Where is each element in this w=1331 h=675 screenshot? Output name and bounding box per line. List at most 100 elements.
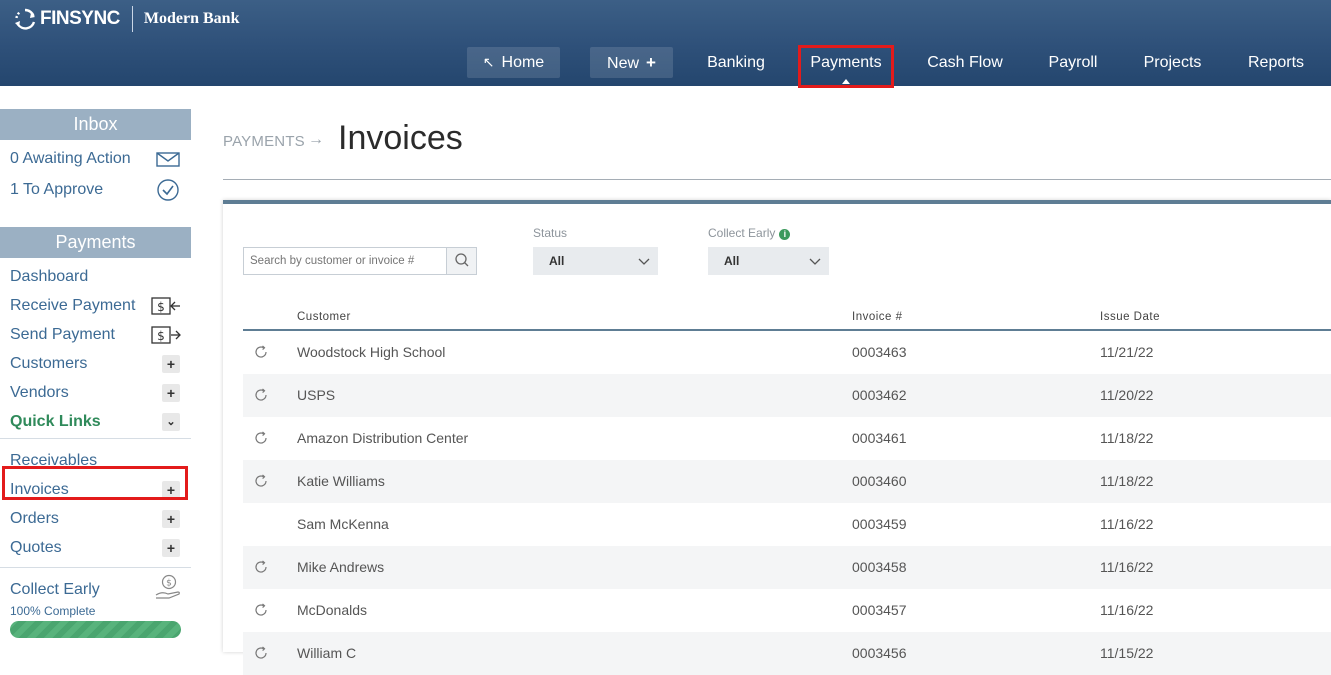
sidebar-item-vendors[interactable]: Vendors +: [0, 378, 191, 407]
sidebar-item-orders[interactable]: Orders +: [0, 504, 191, 533]
cell-issue-date: 11/18/22: [1100, 430, 1154, 446]
plus-icon: +: [646, 53, 656, 72]
brand-logo[interactable]: FINSYNC Modern Bank: [14, 6, 239, 32]
collect-early-filter-select[interactable]: All: [708, 247, 829, 275]
sidebar-item-receive-payment[interactable]: Receive Payment $: [0, 291, 191, 320]
table-row[interactable]: McDonalds 0003457 11/16/22: [243, 589, 1331, 632]
nav-banking[interactable]: Banking: [700, 47, 772, 78]
orders-label: Orders: [10, 510, 59, 527]
sidebar-item-awaiting-action[interactable]: 0 Awaiting Action: [0, 144, 191, 173]
table-row[interactable]: Sam McKenna 0003459 11/16/22: [243, 503, 1331, 546]
cell-issue-date: 11/15/22: [1100, 645, 1154, 661]
recurring-icon: [255, 388, 267, 401]
status-filter-label: Status: [533, 226, 568, 240]
cell-invoice-number: 0003460: [852, 473, 907, 489]
inbox-header: Inbox: [0, 109, 191, 140]
recurring-icon: [255, 474, 267, 487]
cell-invoice-number: 0003461: [852, 430, 907, 446]
sidebar-item-send-payment[interactable]: Send Payment $: [0, 320, 191, 349]
logo-divider: [131, 6, 133, 32]
chevron-down-icon: [638, 258, 650, 265]
nav-home[interactable]: ↖ Home: [467, 47, 560, 78]
progress-label: 100% Complete: [10, 604, 96, 618]
cell-customer: Woodstock High School: [297, 344, 446, 360]
nav-reports[interactable]: Reports: [1242, 47, 1310, 78]
customers-label: Customers: [10, 355, 88, 372]
nav-payroll[interactable]: Payroll: [1042, 47, 1104, 78]
cell-customer: Katie Williams: [297, 473, 385, 489]
to-approve-label: 1 To Approve: [10, 181, 104, 198]
column-header-invoice[interactable]: Invoice #: [852, 311, 903, 323]
nav-cash-flow[interactable]: Cash Flow: [922, 47, 1008, 78]
cell-invoice-number: 0003457: [852, 602, 907, 618]
page-title: Invoices: [338, 119, 463, 157]
invoices-highlight-box: [2, 466, 188, 500]
receive-payment-label: Receive Payment: [10, 297, 136, 314]
table-row[interactable]: Mike Andrews 0003458 11/16/22: [243, 546, 1331, 589]
cell-issue-date: 11/16/22: [1100, 516, 1154, 532]
sidebar-item-dashboard[interactable]: Dashboard: [0, 262, 191, 291]
cell-invoice-number: 0003462: [852, 387, 907, 403]
cell-issue-date: 11/16/22: [1100, 602, 1154, 618]
table-row[interactable]: Katie Williams 0003460 11/18/22: [243, 460, 1331, 503]
sidebar-item-quotes[interactable]: Quotes +: [0, 533, 191, 562]
chevron-down-icon[interactable]: ⌄: [162, 413, 180, 431]
vendors-label: Vendors: [10, 384, 69, 401]
sidebar-item-to-approve[interactable]: 1 To Approve: [0, 175, 191, 204]
add-order-button[interactable]: +: [162, 510, 180, 528]
nav-projects[interactable]: Projects: [1137, 47, 1208, 78]
status-filter-value: All: [549, 254, 565, 268]
collect-early-label: Collect Early: [10, 581, 100, 598]
cell-customer: William C: [297, 645, 357, 661]
svg-text:$: $: [157, 329, 165, 343]
add-vendor-button[interactable]: +: [162, 384, 180, 402]
awaiting-label: 0 Awaiting Action: [10, 150, 131, 167]
sidebar-item-collect-early[interactable]: Collect Early $: [0, 574, 191, 604]
recurring-icon: [255, 646, 267, 659]
hand-coin-icon: $: [155, 574, 180, 599]
cell-customer: USPS: [297, 387, 336, 403]
add-quote-button[interactable]: +: [162, 539, 180, 557]
search-icon: [455, 253, 469, 267]
search-input[interactable]: [244, 248, 447, 274]
cell-issue-date: 11/16/22: [1100, 559, 1154, 575]
sidebar-quick-links[interactable]: Quick Links ⌄: [0, 407, 191, 436]
recurring-icon: [255, 560, 267, 573]
cell-invoice-number: 0003458: [852, 559, 907, 575]
table-row[interactable]: Amazon Distribution Center 0003461 11/18/2…: [243, 417, 1331, 460]
payments-header: Payments: [0, 227, 191, 258]
column-header-issue-date[interactable]: Issue Date: [1100, 311, 1160, 323]
add-customer-button[interactable]: +: [162, 355, 180, 373]
receive-money-icon: $: [151, 297, 180, 315]
table-row[interactable]: William C 0003456 11/15/22: [243, 632, 1331, 675]
cell-customer: Sam McKenna: [297, 516, 389, 532]
svg-text:$: $: [157, 300, 165, 314]
cell-issue-date: 11/20/22: [1100, 387, 1154, 403]
svg-text:$: $: [166, 579, 172, 589]
send-money-icon: $: [151, 326, 181, 344]
check-circle-icon: [157, 179, 179, 201]
nav-new[interactable]: New +: [590, 47, 673, 78]
logo-text: FINSYNC: [40, 8, 120, 29]
main-nav: ↖ Home New + Banking Payments Cash Flow Pa…: [0, 47, 1331, 79]
cell-customer: Amazon Distribution Center: [297, 430, 469, 446]
cell-issue-date: 11/21/22: [1100, 344, 1154, 360]
envelope-icon: [156, 152, 180, 167]
cell-invoice-number: 0003459: [852, 516, 907, 532]
sidebar-item-customers[interactable]: Customers +: [0, 349, 191, 378]
quotes-label: Quotes: [10, 539, 62, 556]
status-filter-select[interactable]: All: [533, 247, 658, 275]
sync-logo-icon: [15, 8, 36, 30]
cell-invoice-number: 0003463: [852, 344, 907, 360]
table-row[interactable]: Woodstock High School 0003463 11/21/22: [243, 331, 1331, 374]
info-icon[interactable]: i: [779, 229, 791, 240]
search-button[interactable]: [446, 248, 476, 274]
table-row[interactable]: USPS 0003462 11/20/22: [243, 374, 1331, 417]
breadcrumb[interactable]: PAYMENTS: [223, 133, 305, 150]
chevron-down-icon: [809, 258, 821, 265]
breadcrumb-arrow-icon: →: [308, 131, 324, 148]
payments-highlight-box: [798, 45, 894, 88]
nav-home-label: Home: [501, 54, 545, 71]
search-box: [243, 247, 477, 275]
column-header-customer[interactable]: Customer: [297, 311, 351, 323]
